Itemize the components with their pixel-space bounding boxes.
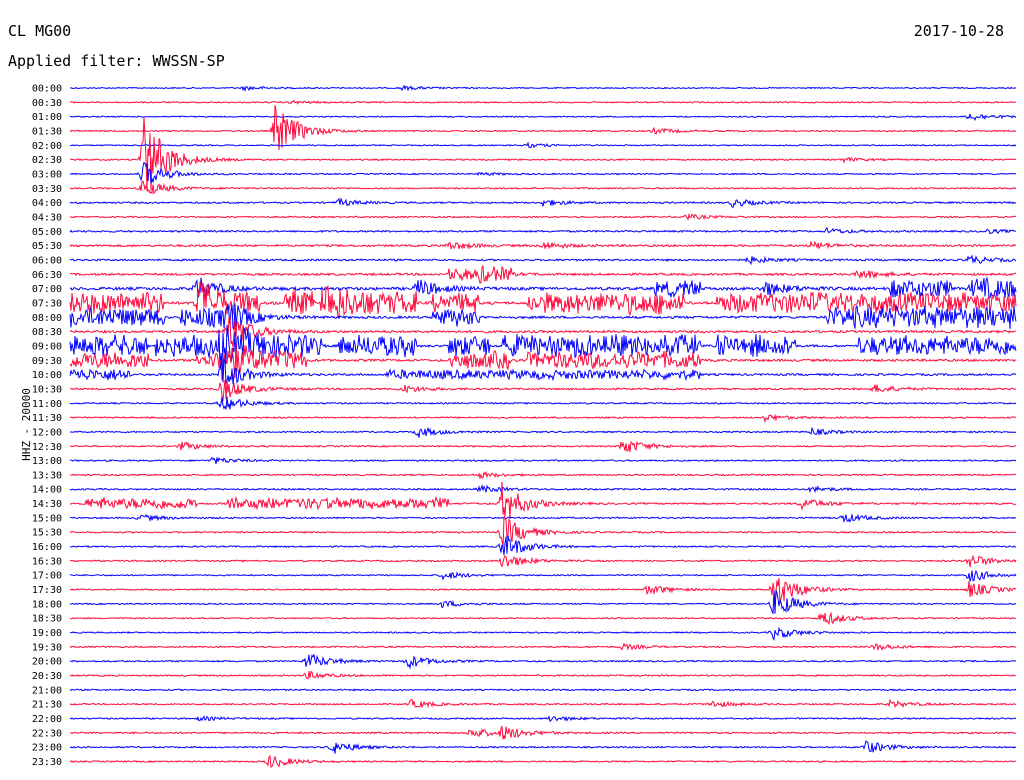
time-label: 17:30	[32, 585, 62, 596]
time-label: 05:00	[32, 227, 62, 238]
time-label: 08:00	[32, 313, 62, 324]
time-label: 03:00	[32, 170, 62, 181]
time-label: 23:00	[32, 743, 62, 754]
time-label: 12:30	[32, 442, 62, 453]
trace-row-0330	[69, 180, 1017, 195]
time-label: 02:30	[32, 155, 62, 166]
helicorder-plot: 00:00 00:30 01:00 01:30 02:00 02:30 03:00 03:30…	[32, 84, 1017, 769]
time-label: 08:30	[32, 327, 62, 338]
time-label: 01:00	[32, 112, 62, 123]
time-label: 15:30	[32, 528, 62, 539]
time-label: 13:30	[32, 470, 62, 481]
time-label: 07:30	[32, 298, 62, 309]
time-label: 15:00	[32, 513, 62, 524]
time-label: 09:30	[32, 356, 62, 367]
trace-row-2300	[69, 740, 1017, 754]
trace-row-0430	[69, 212, 1017, 221]
trace-row-1630	[69, 554, 1017, 568]
trace-row-1930	[69, 642, 1017, 651]
time-label: 12:00	[32, 427, 62, 438]
time-label: 03:30	[32, 184, 62, 195]
time-label: 04:00	[32, 198, 62, 209]
time-label: 20:30	[32, 671, 62, 682]
trace-row-0130	[69, 105, 1017, 151]
time-label: 04:30	[32, 213, 62, 224]
trace-row-1200	[69, 426, 1017, 438]
trace-row-2230	[70, 726, 1017, 740]
time-label: 22:30	[32, 728, 62, 739]
trace-row-1600	[69, 535, 1016, 556]
time-label: 16:30	[32, 556, 62, 567]
trace-row-1530	[69, 515, 1017, 550]
trace-row-1400	[69, 484, 1017, 494]
time-label: 02:00	[32, 141, 62, 152]
trace-row-2200	[69, 715, 1017, 723]
time-label: 18:30	[32, 614, 62, 625]
trace-row-2130	[69, 698, 1016, 709]
time-label: 18:00	[32, 599, 62, 610]
trace-row-1030	[69, 379, 1017, 401]
trace-row-0200	[69, 141, 1017, 149]
time-label: 00:00	[32, 84, 62, 95]
time-label: 07:00	[32, 284, 62, 295]
trace-row-1230	[69, 440, 1017, 453]
trace-row-0630	[69, 265, 1017, 284]
time-label: 19:00	[32, 628, 62, 639]
time-label: 21:00	[32, 685, 62, 696]
trace-row-0400	[69, 197, 1017, 208]
trace-row-1130	[69, 413, 1016, 424]
trace-group	[69, 84, 1017, 769]
time-label: 13:00	[32, 456, 62, 467]
trace-row-0600	[69, 254, 1017, 266]
time-label: 20:00	[32, 657, 62, 668]
time-label: 00:30	[32, 98, 62, 109]
trace-row-0530	[69, 240, 1017, 250]
time-label: 10:30	[32, 384, 62, 395]
time-label: 11:00	[32, 399, 62, 410]
trace-row-2100	[69, 688, 1017, 692]
trace-row-0000	[69, 84, 1017, 93]
time-label: 01:30	[32, 127, 62, 138]
trace-row-2000	[69, 653, 1017, 670]
time-label: 09:00	[32, 341, 62, 352]
time-label: 10:00	[32, 370, 62, 381]
time-label: 14:00	[32, 485, 62, 496]
trace-row-1100	[69, 396, 1017, 410]
trace-row-1830	[69, 611, 1016, 626]
trace-row-0030	[69, 99, 1017, 105]
time-label: 21:30	[32, 700, 62, 711]
trace-row-1300	[69, 456, 1017, 465]
trace-row-1700	[69, 569, 1017, 582]
time-label: 06:00	[32, 256, 62, 267]
trace-row-0300	[69, 161, 1017, 184]
time-label: 22:00	[32, 714, 62, 725]
time-labels: 00:00 00:30 01:00 01:30 02:00 02:30 03:00 03:30…	[32, 84, 62, 769]
time-label: 06:30	[32, 270, 62, 281]
time-label: 23:30	[32, 757, 62, 768]
trace-row-0230	[69, 117, 1017, 191]
time-label: 14:30	[32, 499, 62, 510]
trace-row-2030	[69, 670, 1017, 680]
trace-row-1330	[69, 471, 1017, 480]
trace-row-1900	[69, 626, 1017, 641]
trace-row-0100	[69, 113, 1017, 121]
trace-row-1500	[69, 513, 1017, 523]
trace-row-0500	[69, 226, 1017, 235]
trace-row-1730	[69, 577, 1017, 605]
time-label: 05:30	[32, 241, 62, 252]
time-label: 17:00	[32, 571, 62, 582]
trace-row-1800	[69, 590, 1017, 614]
time-label: 11:30	[32, 413, 62, 424]
trace-row-1430	[69, 481, 1017, 518]
trace-row-0700	[69, 276, 1017, 300]
time-label: 16:00	[32, 542, 62, 553]
trace-row-2330	[69, 754, 1017, 769]
time-label: 19:30	[32, 642, 62, 653]
